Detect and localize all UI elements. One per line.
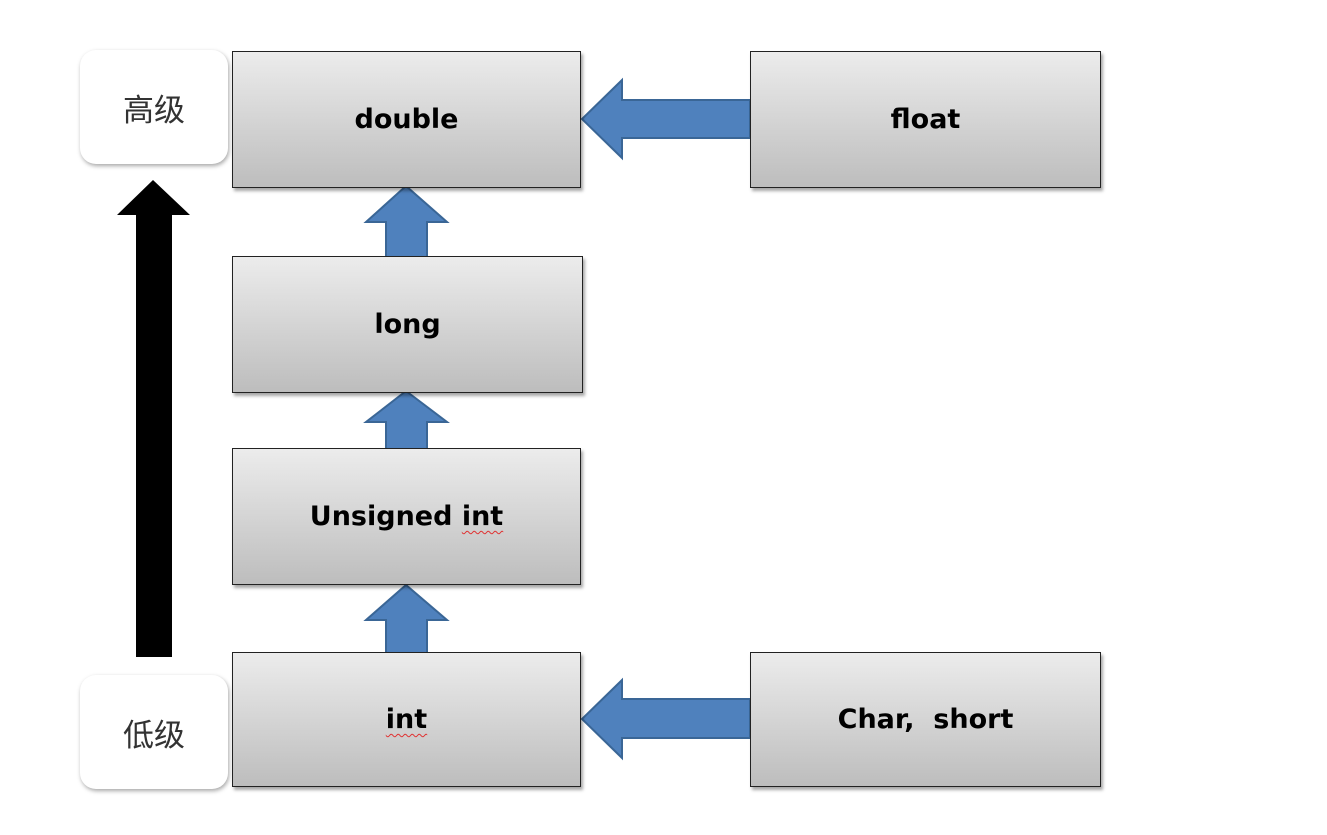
type-box-char-short: Char, short [750,652,1101,787]
arrow-unsigned-to-long [363,389,450,450]
level-up-arrow [117,180,190,657]
level-low-text: 低级 [123,717,185,754]
type-box-long: long [232,256,583,393]
unsigned-prefix: Unsigned [309,501,462,532]
type-box-float: float [750,51,1101,188]
arrow-char-short-to-int [580,677,751,761]
type-label-char-short: Char, short [837,704,1014,735]
type-box-unsigned-int: Unsigned int [232,448,581,585]
level-high-text: 高级 [123,92,185,129]
arrow-long-to-double [363,184,450,258]
arrow-float-to-double [580,77,751,161]
type-label-int: int [385,704,428,735]
type-box-int: int [232,652,581,787]
arrow-int-to-unsigned [363,583,450,656]
type-label-unsigned-int: Unsigned int [310,501,503,532]
type-label-float: float [890,104,961,135]
type-label-double: double [354,104,459,135]
level-low-label: 低级 [80,675,228,789]
level-high-label: 高级 [80,50,228,164]
unsigned-int-word: int [461,501,504,532]
type-label-long: long [374,309,441,340]
type-box-double: double [232,51,581,188]
